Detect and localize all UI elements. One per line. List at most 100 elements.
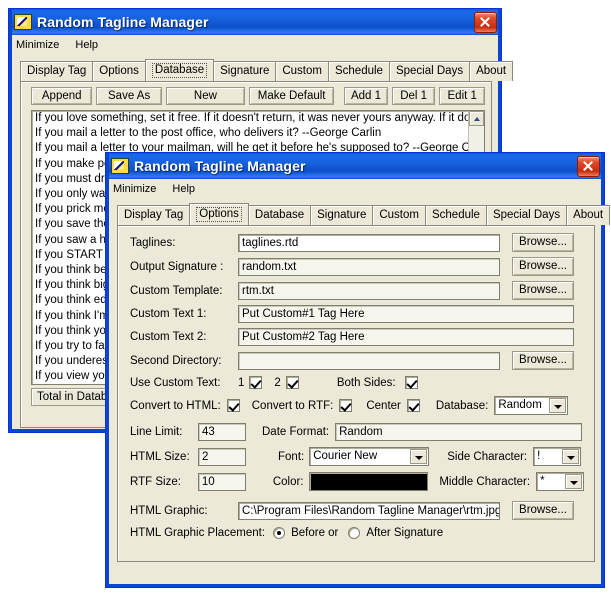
background-window-tabstrip[interactable]: Display Tag Options Database Signature C… bbox=[20, 59, 514, 81]
use-custom-1-checkbox[interactable] bbox=[249, 376, 263, 389]
html-graphic-input[interactable]: C:\Program Files\Random Tagline Manager\… bbox=[238, 501, 500, 520]
tab-display-tag[interactable]: Display Tag bbox=[20, 61, 94, 81]
middle-character-label: Middle Character: bbox=[439, 475, 531, 488]
dialog-title: Random Tagline Manager bbox=[134, 158, 306, 174]
line-limit-input[interactable]: 43 bbox=[198, 423, 246, 441]
new-button[interactable]: New bbox=[165, 87, 246, 105]
dialog-titlebar[interactable]: Random Tagline Manager bbox=[106, 153, 604, 179]
tab-custom[interactable]: Custom bbox=[372, 205, 426, 225]
tab-options[interactable]: Options bbox=[92, 61, 146, 81]
dialog-tabstrip[interactable]: Display Tag Options Database Signature C… bbox=[117, 203, 611, 225]
date-format-label: Date Format: bbox=[262, 426, 330, 438]
placement-after-label: After Signature bbox=[366, 527, 444, 539]
output-signature-input[interactable]: random.txt bbox=[238, 257, 500, 276]
del-1-button[interactable]: Del 1 bbox=[391, 87, 436, 105]
custom-text-2-label: Custom Text 2: bbox=[130, 331, 207, 343]
html-graphic-placement-row: HTML Graphic Placement: Before or After … bbox=[130, 527, 584, 539]
rtf-size-input[interactable]: 10 bbox=[197, 472, 246, 491]
side-character-dropdown-value: ! bbox=[537, 450, 541, 462]
close-icon[interactable] bbox=[577, 155, 600, 177]
list-item[interactable]: If you love something, set it free. If i… bbox=[32, 111, 484, 126]
dialog-menubar[interactable]: Minimize Help bbox=[106, 179, 604, 199]
html-size-input[interactable]: 2 bbox=[198, 447, 246, 466]
tab-options[interactable]: Options bbox=[189, 203, 249, 225]
tab-about[interactable]: About bbox=[469, 61, 514, 81]
tab-schedule[interactable]: Schedule bbox=[327, 61, 390, 81]
font-label: Font: bbox=[278, 450, 305, 463]
database-dropdown-value: Random bbox=[498, 399, 542, 411]
menu-item-help[interactable]: Help bbox=[172, 183, 195, 195]
custom-text-1-input[interactable]: Put Custom#1 Tag Here bbox=[238, 305, 574, 323]
tab-schedule[interactable]: Schedule bbox=[424, 205, 487, 225]
background-window-titlebar[interactable]: Random Tagline Manager bbox=[9, 9, 501, 35]
menu-item-help[interactable]: Help bbox=[75, 39, 98, 51]
html-graphic-label: HTML Graphic: bbox=[130, 504, 208, 517]
taglines-browse-button[interactable]: Browse... bbox=[512, 233, 574, 252]
both-sides-checkbox[interactable] bbox=[404, 376, 418, 389]
custom-template-input[interactable]: rtm.txt bbox=[238, 281, 500, 300]
tab-label: Signature bbox=[220, 65, 270, 77]
tab-about[interactable]: About bbox=[566, 205, 611, 225]
convert-row: Convert to HTML: Convert to RTF: Center … bbox=[130, 396, 584, 415]
html-size-row: HTML Size: 2 Font: Courier New Side Char… bbox=[130, 447, 584, 466]
close-icon[interactable] bbox=[474, 11, 497, 33]
tab-label: About bbox=[476, 65, 507, 77]
rtf-size-label: RTF Size: bbox=[130, 475, 181, 488]
tab-signature[interactable]: Signature bbox=[213, 61, 277, 81]
background-window-menubar[interactable]: Minimize Help bbox=[9, 35, 501, 55]
custom-text-2-input[interactable]: Put Custom#2 Tag Here bbox=[238, 328, 574, 346]
second-directory-browse-button[interactable]: Browse... bbox=[512, 351, 574, 370]
save-as-button[interactable]: Save As bbox=[96, 87, 162, 105]
center-checkbox[interactable] bbox=[406, 399, 420, 412]
font-dropdown[interactable]: Courier New bbox=[309, 447, 430, 466]
middle-character-dropdown[interactable]: * bbox=[536, 472, 584, 491]
custom-template-label: Custom Template: bbox=[130, 284, 223, 297]
background-window-title: Random Tagline Manager bbox=[37, 14, 209, 30]
tab-database[interactable]: Database bbox=[144, 59, 215, 81]
scroll-up-icon[interactable] bbox=[469, 111, 484, 126]
convert-to-rtf-checkbox[interactable] bbox=[339, 399, 353, 412]
chevron-down-icon[interactable] bbox=[562, 449, 580, 464]
tab-special-days[interactable]: Special Days bbox=[388, 61, 471, 81]
second-directory-input[interactable] bbox=[238, 351, 500, 370]
chevron-down-icon[interactable] bbox=[549, 398, 567, 413]
make-default-button[interactable]: Make Default bbox=[249, 87, 335, 105]
pencil-note-icon bbox=[111, 158, 129, 174]
tab-label: Signature bbox=[317, 209, 367, 221]
tab-label: Options bbox=[99, 65, 139, 77]
edit-1-button[interactable]: Edit 1 bbox=[439, 87, 485, 105]
menu-item-minimize[interactable]: Minimize bbox=[113, 183, 156, 195]
taglines-input[interactable]: taglines.rtd bbox=[238, 233, 500, 252]
tab-display-tag[interactable]: Display Tag bbox=[117, 205, 191, 225]
tab-label: Schedule bbox=[334, 65, 383, 77]
chevron-down-icon[interactable] bbox=[565, 474, 582, 489]
color-swatch[interactable] bbox=[308, 472, 429, 491]
append-button[interactable]: Append bbox=[31, 87, 93, 105]
database-dropdown[interactable]: Random bbox=[494, 396, 569, 415]
placement-before-radio[interactable] bbox=[273, 527, 286, 539]
side-character-dropdown[interactable]: ! bbox=[533, 447, 582, 466]
tab-label: Special Days bbox=[492, 209, 561, 221]
tab-custom[interactable]: Custom bbox=[275, 61, 329, 81]
date-format-input[interactable]: Random bbox=[335, 423, 583, 441]
custom-text-1-label: Custom Text 1: bbox=[130, 308, 207, 320]
options-dialog[interactable]: Random Tagline Manager Minimize Help Dis… bbox=[105, 152, 611, 588]
tab-label: Display Tag bbox=[27, 65, 87, 77]
tab-label: Database bbox=[151, 63, 208, 78]
menu-item-minimize[interactable]: Minimize bbox=[16, 39, 59, 51]
list-item[interactable]: If you mail a letter to the post office,… bbox=[32, 126, 484, 141]
add-1-button[interactable]: Add 1 bbox=[344, 87, 388, 105]
use-custom-2-checkbox[interactable] bbox=[285, 376, 299, 389]
output-signature-browse-button[interactable]: Browse... bbox=[512, 257, 574, 276]
tab-special-days[interactable]: Special Days bbox=[485, 205, 568, 225]
custom-template-browse-button[interactable]: Browse... bbox=[512, 281, 574, 300]
convert-to-html-checkbox[interactable] bbox=[226, 399, 240, 412]
html-graphic-browse-button[interactable]: Browse... bbox=[512, 501, 574, 520]
custom-text-2-row: Custom Text 2: Put Custom#2 Tag Here bbox=[130, 328, 584, 346]
chevron-down-icon[interactable] bbox=[410, 449, 428, 464]
tab-database[interactable]: Database bbox=[247, 205, 312, 225]
second-directory-label: Second Directory: bbox=[130, 354, 222, 367]
tab-signature[interactable]: Signature bbox=[310, 205, 374, 225]
custom-template-row: Custom Template: rtm.txt Browse... bbox=[130, 281, 584, 300]
placement-after-radio[interactable] bbox=[348, 527, 361, 539]
